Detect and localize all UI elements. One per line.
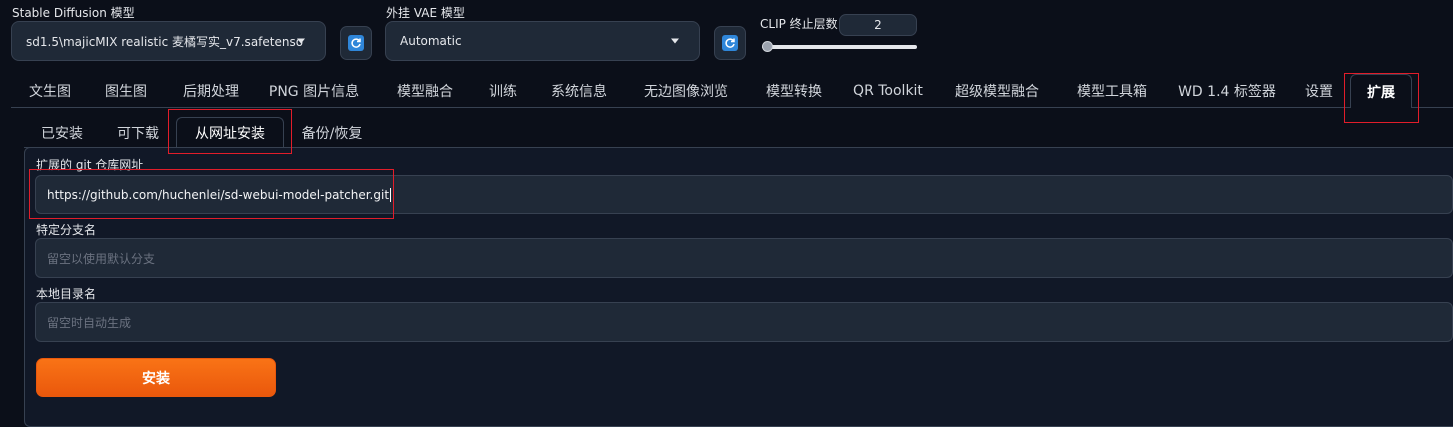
tab-img2img[interactable]: 图生图 [91, 74, 161, 108]
chevron-down-icon [671, 38, 679, 44]
git-url-input[interactable]: https://github.com/huchenlei/sd-webui-mo… [35, 175, 1453, 214]
git-url-value: https://github.com/huchenlei/sd-webui-mo… [47, 187, 390, 202]
text-caret [390, 187, 392, 202]
subtab-install-from-url[interactable]: 从网址安装 [176, 117, 284, 148]
git-url-label: 扩展的 git 仓库网址 [36, 158, 144, 172]
tab-divider [1411, 107, 1453, 108]
model-label: Stable Diffusion 模型 [12, 6, 135, 20]
clip-slider-track[interactable] [762, 45, 917, 49]
subtab-backup-restore[interactable]: 备份/恢复 [290, 118, 374, 148]
main-tabs: 文生图 图生图 后期处理 PNG 图片信息 模型融合 训练 系统信息 无边图像浏… [0, 74, 1453, 108]
refresh-vae-button[interactable] [714, 26, 746, 60]
tab-infinite-browse[interactable]: 无边图像浏览 [630, 74, 742, 108]
model-select-value: sd1.5\majicMIX realistic 麦橘写实_v7.safeten… [26, 34, 304, 49]
clip-number-input[interactable]: 2 [839, 14, 917, 36]
clip-slider-handle[interactable] [762, 41, 773, 52]
subtab-installed[interactable]: 已安装 [28, 118, 96, 148]
chevron-down-icon [297, 38, 305, 44]
tab-train[interactable]: 训练 [477, 74, 529, 108]
refresh-icon [348, 35, 364, 51]
branch-placeholder: 留空以使用默认分支 [47, 251, 156, 266]
local-dir-label: 本地目录名 [36, 287, 97, 301]
branch-label: 特定分支名 [36, 223, 97, 237]
install-button[interactable]: 安装 [36, 358, 276, 397]
tab-model-merge[interactable]: 模型融合 [384, 74, 466, 108]
refresh-model-button[interactable] [340, 26, 372, 60]
tab-txt2img[interactable]: 文生图 [14, 74, 86, 108]
tab-png-info[interactable]: PNG 图片信息 [258, 74, 370, 108]
subtab-available[interactable]: 可下载 [104, 118, 172, 148]
vae-label: 外挂 VAE 模型 [386, 6, 465, 20]
local-dir-input[interactable]: 留空时自动生成 [35, 302, 1453, 342]
tab-qr-toolkit[interactable]: QR Toolkit [846, 74, 930, 108]
tab-settings[interactable]: 设置 [1294, 74, 1344, 108]
vae-select[interactable]: Automatic [385, 21, 700, 61]
tab-model-toolbox[interactable]: 模型工具箱 [1064, 74, 1160, 108]
tab-wd-tagger[interactable]: WD 1.4 标签器 [1172, 74, 1282, 108]
vae-select-value: Automatic [400, 34, 462, 48]
model-select[interactable]: sd1.5\majicMIX realistic 麦橘写实_v7.safeten… [11, 21, 326, 61]
tab-super-merge[interactable]: 超级模型融合 [942, 74, 1052, 108]
local-dir-placeholder: 留空时自动生成 [47, 315, 132, 330]
branch-input[interactable]: 留空以使用默认分支 [35, 238, 1453, 278]
refresh-icon [722, 35, 738, 51]
tab-extensions[interactable]: 扩展 [1350, 74, 1412, 108]
clip-label: CLIP 终止层数 [760, 17, 838, 31]
tab-system-info[interactable]: 系统信息 [541, 74, 617, 108]
tab-divider [11, 107, 1350, 108]
tab-model-convert[interactable]: 模型转换 [755, 74, 833, 108]
tab-postprocess[interactable]: 后期处理 [168, 74, 254, 108]
